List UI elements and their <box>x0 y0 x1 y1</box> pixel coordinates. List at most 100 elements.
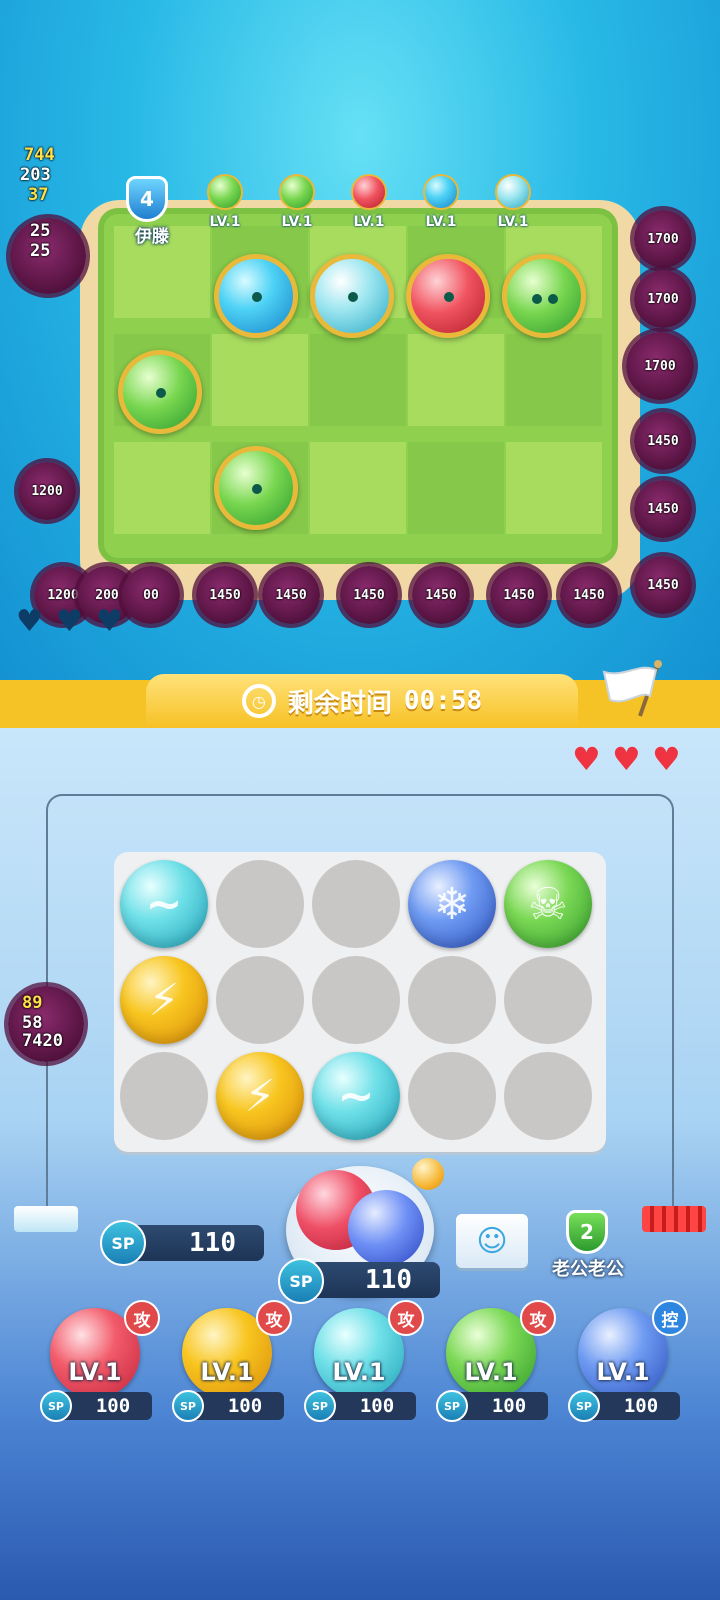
player-grid: ~ ❄ ☠ ⚡ ⚡ ~ <box>114 852 606 1152</box>
damage-number: 89 <box>22 993 43 1013</box>
enemy-monster: 1450 <box>634 480 692 538</box>
opponent-orb <box>406 254 490 338</box>
enemy-hp: 1450 <box>647 501 679 517</box>
card-level: LV.1 <box>200 1358 254 1386</box>
sp-label: SP <box>111 1233 135 1253</box>
card-level: LV.1 <box>464 1358 518 1386</box>
deck-card-fire[interactable]: 攻 LV.1 100 SP <box>40 1300 160 1422</box>
sp-value: 110 <box>189 1228 236 1258</box>
sp-label: SP <box>48 1399 64 1413</box>
enemy-monster: 1700 <box>634 270 692 328</box>
damage-number: 25 <box>30 221 51 241</box>
summon-cost: 110 <box>310 1262 440 1298</box>
sp-icon: SP <box>568 1390 600 1422</box>
enemy-monster: 1450 <box>340 566 398 624</box>
enemy-hp: 1700 <box>647 291 679 307</box>
grid-cell <box>212 334 308 426</box>
enemy-hp: 1450 <box>275 587 307 603</box>
empty-slot[interactable] <box>312 956 400 1044</box>
deck-card-poison[interactable]: 攻 LV.1 100 SP <box>436 1300 556 1422</box>
opponent-skill-4: LV.1 <box>418 174 464 230</box>
opponent-heart-icon: ♥ <box>16 604 43 639</box>
bolt-ball[interactable]: ⚡ <box>120 956 208 1044</box>
skill-level: LV.1 <box>209 214 241 230</box>
alarm-clock-icon: ◷ <box>241 684 276 718</box>
grid-cell <box>408 334 504 426</box>
sp-label: SP <box>289 1271 313 1291</box>
deck-card-wind[interactable]: 攻 LV.1 100 SP <box>304 1300 424 1422</box>
empty-slot[interactable] <box>120 1052 208 1140</box>
empty-slot[interactable] <box>504 956 592 1044</box>
skill-level: LV.1 <box>497 214 529 230</box>
heart-icon: ♥ <box>652 740 681 778</box>
attack-tag: 攻 <box>388 1300 424 1336</box>
enemy-monster: 1450 <box>634 556 692 614</box>
enemy-monster: 1450 <box>196 566 254 624</box>
empty-slot[interactable] <box>408 1052 496 1140</box>
skill-orb-icon <box>495 174 531 210</box>
enemy-hp: 1450 <box>425 587 457 603</box>
grid-cell <box>408 442 504 534</box>
empty-slot[interactable] <box>504 1052 592 1140</box>
enemy-hp: 200 <box>95 587 119 603</box>
sp-icon: SP <box>100 1220 146 1266</box>
damage-number: 203 <box>20 165 51 185</box>
damage-number: 37 <box>28 185 49 205</box>
timer-value: 00:58 <box>403 686 483 716</box>
deck-card-ice[interactable]: 控 LV.1 100 SP <box>568 1300 688 1422</box>
attack-tag: 攻 <box>124 1300 160 1336</box>
card-level: LV.1 <box>68 1358 122 1386</box>
summon-knob-icon <box>412 1158 444 1190</box>
empty-slot[interactable] <box>216 860 304 948</box>
opponent-orb <box>214 254 298 338</box>
grid-cell <box>310 334 406 426</box>
empty-slot[interactable] <box>408 956 496 1044</box>
opponent-skill-1: LV.1 <box>202 174 248 230</box>
opponent-name: 伊滕 <box>135 227 169 247</box>
poison-ball[interactable]: ☠ <box>504 860 592 948</box>
damage-number: 7420 <box>22 1031 63 1051</box>
emoji-button[interactable]: ☺ <box>456 1214 528 1268</box>
enemy-hp: 1700 <box>647 231 679 247</box>
enemy-monster: 1450 <box>634 412 692 470</box>
wind-ball[interactable]: ~ <box>120 860 208 948</box>
damage-number: 25 <box>30 241 51 261</box>
skill-orb-icon <box>351 174 387 210</box>
spawn-pillar <box>14 1206 78 1232</box>
deck-card-bolt[interactable]: 攻 LV.1 100 SP <box>172 1300 292 1422</box>
wind-ball[interactable]: ~ <box>312 1052 400 1140</box>
sp-label: SP <box>576 1399 592 1413</box>
empty-slot[interactable] <box>312 860 400 948</box>
card-level: LV.1 <box>332 1358 386 1386</box>
opponent-orb <box>310 254 394 338</box>
control-tag: 控 <box>652 1300 688 1336</box>
summon-orb-blue <box>348 1190 424 1266</box>
grid-cell <box>506 442 602 534</box>
card-level: LV.1 <box>596 1358 650 1386</box>
summon-cost-value: 110 <box>365 1265 412 1295</box>
exit-pillar <box>642 1206 706 1232</box>
surrender-flag-icon[interactable] <box>600 660 670 718</box>
opponent-orb <box>118 350 202 434</box>
opponent-skill-2: LV.1 <box>274 174 320 230</box>
attack-tag: 攻 <box>256 1300 292 1336</box>
opponent-heart-icon: ♥ <box>56 604 83 639</box>
enemy-hp: 1200 <box>31 483 63 499</box>
sp-icon: SP <box>40 1390 72 1422</box>
opponent-orb <box>214 446 298 530</box>
skill-orb-icon <box>423 174 459 210</box>
grid-cell <box>310 442 406 534</box>
heart-icon: ♥ <box>572 740 601 778</box>
bolt-ball[interactable]: ⚡ <box>216 1052 304 1140</box>
enemy-monster: 1450 <box>412 566 470 624</box>
opponent-orb <box>502 254 586 338</box>
skill-level: LV.1 <box>281 214 313 230</box>
player-rank-badge: 2 <box>566 1210 608 1254</box>
empty-slot[interactable] <box>216 956 304 1044</box>
enemy-hp: 1450 <box>209 587 241 603</box>
ice-ball[interactable]: ❄ <box>408 860 496 948</box>
enemy-hp: 1200 <box>47 587 79 603</box>
sp-label: SP <box>180 1399 196 1413</box>
opponent-rank-badge: 4 <box>126 176 168 222</box>
enemy-monster: 1450 <box>560 566 618 624</box>
